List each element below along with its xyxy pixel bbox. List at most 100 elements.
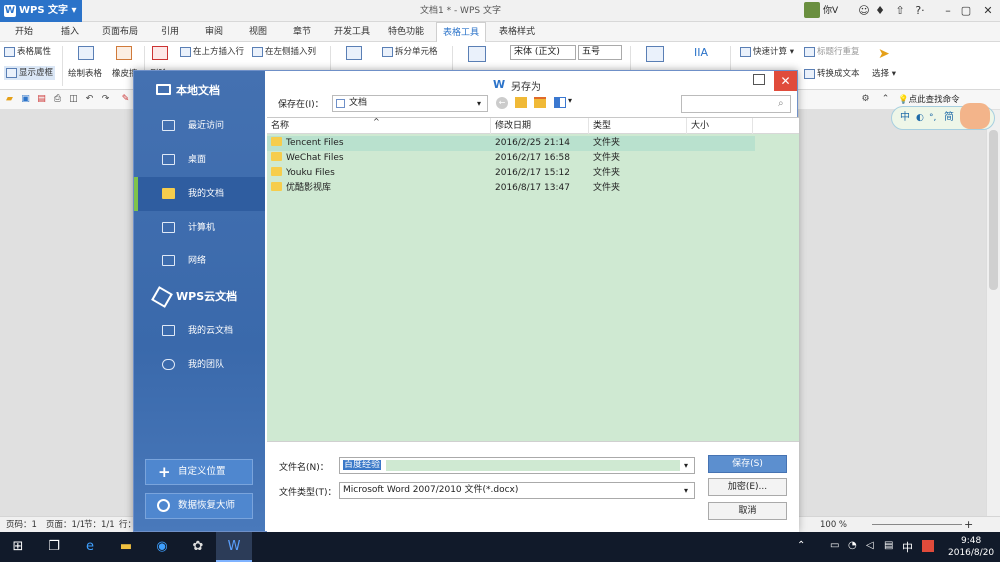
tab-features[interactable]: 特色功能 xyxy=(382,22,430,42)
explorer-icon[interactable]: ▬ xyxy=(108,532,144,562)
tray-chevron-icon[interactable]: ⌃ xyxy=(797,540,805,551)
encrypt-button[interactable]: 加密(E)... xyxy=(708,478,787,496)
scroll-thumb[interactable] xyxy=(989,130,998,290)
tab-section[interactable]: 章节 xyxy=(284,22,320,42)
sogou-icon[interactable] xyxy=(922,540,934,552)
convert-to-text-button[interactable]: 转换成文本 xyxy=(804,67,860,81)
tab-layout[interactable]: 页面布局 xyxy=(96,22,144,42)
ime-mode-label[interactable]: 中 xyxy=(900,107,910,129)
font-size-select[interactable]: 五号 xyxy=(578,45,622,60)
file-row[interactable]: Tencent Files 2016/2/25 21:14 文件夹 xyxy=(267,136,755,151)
wps-cloud-header[interactable]: WPS云文档 xyxy=(134,277,265,317)
settings-icon[interactable]: ⚙ xyxy=(860,94,871,105)
expand-icon[interactable]: ⌃ xyxy=(880,94,891,105)
view-chevron-icon[interactable]: ▾ xyxy=(568,96,572,105)
file-row[interactable]: 优酷影视库 2016/8/17 13:47 文件夹 xyxy=(267,181,755,196)
select-button[interactable]: 选择 ▾ xyxy=(872,67,896,81)
file-row[interactable]: Youku Files 2016/2/17 15:12 文件夹 xyxy=(267,166,755,181)
sidebar-item-recent[interactable]: 最近访问 xyxy=(134,109,265,143)
sidebar-item-my-cloud-docs[interactable]: 我的云文档 xyxy=(134,314,265,348)
tab-devtools[interactable]: 开发工具 xyxy=(328,22,376,42)
dialog-close-button[interactable]: ✕ xyxy=(774,71,797,91)
avatar[interactable] xyxy=(804,2,820,18)
zoom-in-icon[interactable]: + xyxy=(964,517,973,533)
split-cells-button[interactable]: 拆分单元格 xyxy=(382,45,438,59)
clock[interactable]: 9:48 2016/8/20 xyxy=(948,535,994,559)
browser-icon[interactable]: ◉ xyxy=(144,532,180,562)
sidebar-item-computer[interactable]: 计算机 xyxy=(134,211,265,245)
file-row[interactable]: WeChat Files 2016/2/17 16:58 文件夹 xyxy=(267,151,755,166)
vertical-scrollbar[interactable] xyxy=(986,110,1000,516)
sidebar-item-network[interactable]: 网络 xyxy=(134,244,265,278)
format-painter-icon[interactable]: ✎ xyxy=(120,94,131,105)
tab-reference[interactable]: 引用 xyxy=(152,22,188,42)
quick-calc-button[interactable]: 快速计算 ▾ xyxy=(740,45,794,59)
start-icon[interactable]: ⊞ xyxy=(0,532,36,562)
insert-row-above-button[interactable]: 在上方插入行 xyxy=(180,45,244,59)
message-icon[interactable]: ▤ xyxy=(884,540,893,551)
redo-icon[interactable]: ↷ xyxy=(100,94,111,105)
show-gridlines-button[interactable]: 显示虚框 xyxy=(4,66,56,80)
undo-icon[interactable]: ↶ xyxy=(84,94,95,105)
app-menu-button[interactable]: W WPS 文字 ▾ xyxy=(0,0,82,22)
ime-indicator[interactable]: 中 xyxy=(902,539,913,555)
zoom-slider[interactable] xyxy=(872,524,962,525)
maximize-icon[interactable]: ▢ xyxy=(954,0,978,22)
app-icon[interactable]: ✿ xyxy=(180,532,216,562)
wifi-icon[interactable]: ◔ xyxy=(848,540,857,551)
new-folder-icon[interactable] xyxy=(534,97,546,108)
draw-table-button[interactable]: 绘制表格 xyxy=(68,67,102,81)
insert-column-left-button[interactable]: 在左侧插入列 xyxy=(252,45,316,59)
search-icon[interactable]: ⌕ xyxy=(778,98,784,109)
preview-icon[interactable]: ◫ xyxy=(68,94,79,105)
print-icon[interactable]: ⎙ xyxy=(52,94,63,105)
cancel-button[interactable]: 取消 xyxy=(708,502,787,520)
close-icon[interactable]: ✕ xyxy=(976,0,1000,22)
up-folder-icon[interactable] xyxy=(515,97,527,108)
save-icon[interactable]: ▣ xyxy=(20,94,31,105)
table-properties-button[interactable]: 表格属性 xyxy=(4,45,51,59)
column-name[interactable]: 名称 ^ xyxy=(267,117,491,134)
tab-view[interactable]: 视图 xyxy=(240,22,276,42)
view-menu-icon[interactable] xyxy=(554,97,566,108)
wps-taskbar-icon[interactable]: W xyxy=(216,532,252,562)
task-view-icon[interactable]: ❐ xyxy=(36,532,72,562)
sidebar-item-my-team[interactable]: 我的团队 xyxy=(134,348,265,382)
custom-location-button[interactable]: + 自定义位置 xyxy=(145,459,253,485)
punctuation-icon[interactable]: °, xyxy=(929,107,936,129)
column-type[interactable]: 类型 xyxy=(589,118,687,134)
file-list[interactable]: 名称 ^ 修改日期 类型 大小 Tencent Files 2016/2/25 2… xyxy=(267,117,799,441)
filetype-select[interactable]: Microsoft Word 2007/2010 文件(*.docx) ▾ xyxy=(339,482,695,499)
sidebar-item-my-documents[interactable]: 我的文档 xyxy=(134,177,265,211)
export-pdf-icon[interactable]: ▤ xyxy=(36,94,47,105)
edge-icon[interactable]: e xyxy=(72,532,108,562)
sidebar-item-desktop[interactable]: 桌面 xyxy=(134,143,265,177)
ime-toolbar[interactable]: 中 ◐ °, 简 xyxy=(891,103,995,130)
user-name[interactable]: 你V xyxy=(823,0,838,22)
data-recovery-button[interactable]: 数据恢复大师 xyxy=(145,493,253,519)
filename-input[interactable]: 百度经验 ▾ xyxy=(339,457,695,474)
tab-review[interactable]: 审阅 xyxy=(196,22,232,42)
zoom-level[interactable]: 100 % xyxy=(820,517,847,533)
back-icon[interactable]: ← xyxy=(496,97,508,109)
repeat-header-button[interactable]: 标题行重复 xyxy=(804,45,860,59)
tab-start[interactable]: 开始 xyxy=(6,22,42,42)
font-family-select[interactable]: 宋体 (正文) xyxy=(510,45,576,60)
local-docs-header[interactable]: 本地文档 xyxy=(134,71,265,111)
battery-icon[interactable]: ▭ xyxy=(830,540,839,551)
command-search[interactable]: 💡点此查找命令 xyxy=(898,93,960,107)
search-input[interactable]: ⌕ xyxy=(681,95,791,113)
column-modified[interactable]: 修改日期 xyxy=(491,118,589,134)
open-icon[interactable]: ▰ xyxy=(4,94,15,105)
moon-icon[interactable]: ◐ xyxy=(916,107,924,129)
tab-insert[interactable]: 插入 xyxy=(52,22,88,42)
save-button[interactable]: 保存(S) xyxy=(708,455,787,473)
volume-icon[interactable]: ◁ xyxy=(866,540,874,551)
column-size[interactable]: 大小 xyxy=(687,118,753,134)
help-icon[interactable]: ?· xyxy=(908,0,932,22)
simplified-label[interactable]: 简 xyxy=(944,107,954,129)
dialog-maximize-icon[interactable] xyxy=(753,74,765,85)
save-in-select[interactable]: 文档 ▾ xyxy=(332,95,488,112)
tab-table-tools[interactable]: 表格工具 xyxy=(436,22,486,42)
tab-table-style[interactable]: 表格样式 xyxy=(492,22,542,42)
